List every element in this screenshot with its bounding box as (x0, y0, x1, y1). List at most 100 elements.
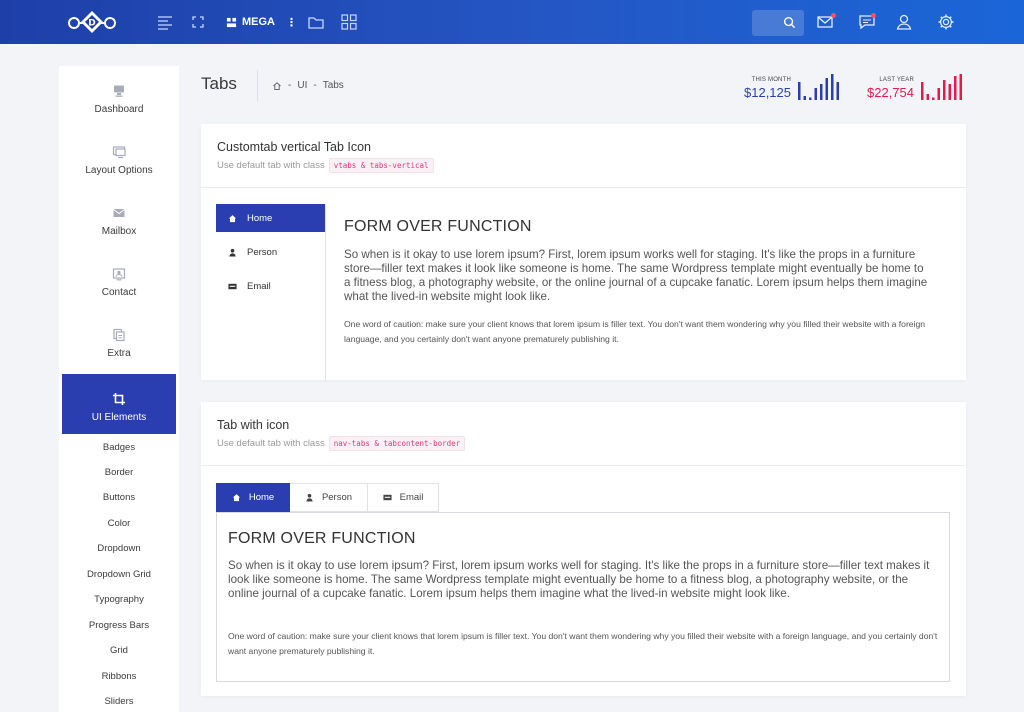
sidebar-item-label: Extra (107, 348, 131, 359)
sidebar-item-contact[interactable]: Contact (59, 249, 179, 309)
breadcrumb-separator: - (288, 80, 292, 91)
tab-content-paragraph: So when is it okay to use lorem ipsum? F… (344, 248, 928, 303)
sidebar-item-extra[interactable]: Extra (59, 310, 179, 370)
desktop-icon (112, 84, 126, 98)
home-icon (228, 214, 237, 222)
stat-value: $12,125 (744, 85, 791, 100)
tab-content-panel: FORM OVER FUNCTION So when is it okay to… (216, 512, 950, 682)
stat-label: LAST YEAR (879, 77, 914, 83)
vertical-tab-list: Home Person Email (216, 204, 326, 382)
sidebar-item-label: UI Elements (91, 412, 147, 423)
sidebar-item-label: Contact (101, 287, 137, 298)
stat-label: THIS MONTH (751, 77, 791, 83)
card-subtitle-text: Use default tab with class (217, 438, 325, 449)
notification-dot (871, 13, 876, 18)
sidebar-subitem-sliders[interactable]: Sliders (59, 689, 179, 712)
sidebar-subitem-ribbons[interactable]: Ribbons (59, 664, 179, 689)
card-subtitle-text: Use default tab with class (217, 160, 325, 171)
crop-icon (112, 392, 126, 406)
tab-label: Person (321, 492, 353, 503)
notification-dot (831, 13, 836, 18)
email-icon (383, 494, 392, 501)
title-divider (257, 70, 258, 102)
sidebar-subitem-progress-bars[interactable]: Progress Bars (59, 613, 179, 638)
folder-icon[interactable] (306, 12, 326, 32)
sidebar-subitem-buttons[interactable]: Buttons (59, 485, 179, 510)
home-icon[interactable] (272, 81, 282, 91)
top-navbar: D MEGA ⋮ (0, 0, 1024, 44)
sidebar-item-label: Dashboard (94, 104, 144, 115)
stat-value: $22,754 (867, 85, 914, 100)
tab-email[interactable]: Email (216, 272, 325, 300)
person-icon (306, 493, 313, 502)
grid-icon (226, 17, 237, 27)
tab-home[interactable]: Home (216, 483, 290, 512)
breadcrumb-item-tabs: Tabs (322, 80, 344, 91)
brand-logo[interactable]: D (66, 9, 118, 35)
person-icon (229, 248, 236, 257)
sidebar-item-dashboard[interactable]: Dashboard (59, 66, 179, 126)
card-tab-with-icon: Tab with icon Use default tab with class… (201, 402, 966, 696)
monitor-icon (112, 145, 126, 159)
sidebar-subitem-border[interactable]: Border (59, 460, 179, 485)
sidebar-subitem-dropdown-grid[interactable]: Dropdown Grid (59, 562, 179, 587)
sidebar-subitem-dropdown[interactable]: Dropdown (59, 536, 179, 561)
sidebar-subitem-badges[interactable]: Badges (59, 435, 179, 460)
sidebar-subitem-color[interactable]: Color (59, 511, 179, 536)
tab-content-title: FORM OVER FUNCTION (344, 218, 532, 235)
copy-icon (112, 328, 126, 342)
envelope-icon (112, 206, 126, 220)
page-title: Tabs (201, 74, 237, 93)
menu-icon[interactable] (155, 12, 175, 32)
email-icon (228, 283, 237, 289)
tab-label: Email (399, 492, 424, 503)
card-title: Tab with icon (217, 418, 290, 432)
home-icon (232, 494, 240, 502)
mega-label: MEGA (242, 16, 275, 28)
card-subtitle: Use default tab with class nav-tabs & ta… (217, 436, 466, 451)
breadcrumb: - UI - Tabs (272, 80, 344, 91)
card-title: Customtab vertical Tab Icon (217, 140, 372, 154)
tab-person[interactable]: Person (290, 483, 368, 512)
card-divider (201, 187, 966, 188)
card-divider (201, 465, 966, 466)
tab-email[interactable]: Email (368, 483, 439, 512)
search-input[interactable] (752, 10, 804, 36)
sidebar-subitem-grid[interactable]: Grid (59, 638, 179, 663)
mini-bar-chart-last-year (921, 74, 962, 100)
search-icon (783, 16, 796, 29)
code-snippet: vtabs & tabs-vertical (328, 158, 434, 173)
sidebar-item-layout-options[interactable]: Layout Options (59, 127, 179, 187)
tab-home[interactable]: Home (216, 204, 325, 232)
user-icon[interactable] (894, 12, 914, 32)
tab-content-title: FORM OVER FUNCTION (228, 530, 416, 547)
apps-icon[interactable] (339, 12, 359, 32)
sidebar-subitem-typography[interactable]: Typography (59, 587, 179, 612)
sidebar-item-label: Layout Options (85, 165, 153, 176)
tab-label: Home (247, 212, 273, 224)
code-snippet: nav-tabs & tabcontent-border (328, 436, 466, 451)
tab-content-note: One word of caution: make sure your clie… (228, 631, 938, 656)
contact-icon (112, 267, 126, 281)
sidebar-item-label: Mailbox (101, 226, 137, 237)
card-vertical-tabs: Customtab vertical Tab Icon Use default … (201, 124, 966, 382)
tab-label: Email (247, 280, 271, 292)
breadcrumb-separator: - (313, 80, 317, 91)
sidebar: Dashboard Layout Options Mailbox Contact… (59, 66, 179, 712)
tab-content-paragraph: So when is it okay to use lorem ipsum? F… (228, 559, 930, 600)
fullscreen-icon[interactable] (188, 12, 208, 32)
sidebar-item-ui-elements[interactable]: UI Elements (62, 374, 176, 434)
mega-menu-button[interactable]: MEGA ⋮ (226, 13, 297, 31)
svg-text:D: D (88, 19, 95, 29)
more-vertical-icon: ⋮ (286, 16, 297, 29)
breadcrumb-item-ui[interactable]: UI (297, 80, 307, 91)
stat-last-year: LAST YEAR $22,754 (850, 77, 914, 100)
card-subtitle: Use default tab with class vtabs & tabs-… (217, 158, 434, 173)
horizontal-tab-list: Home Person Email (216, 483, 439, 512)
tab-person[interactable]: Person (216, 238, 325, 266)
stat-this-month: THIS MONTH $12,125 (720, 77, 791, 100)
tab-label: Home (248, 492, 275, 503)
tab-label: Person (247, 246, 278, 258)
gear-icon[interactable] (936, 12, 956, 32)
sidebar-item-mailbox[interactable]: Mailbox (59, 188, 179, 248)
